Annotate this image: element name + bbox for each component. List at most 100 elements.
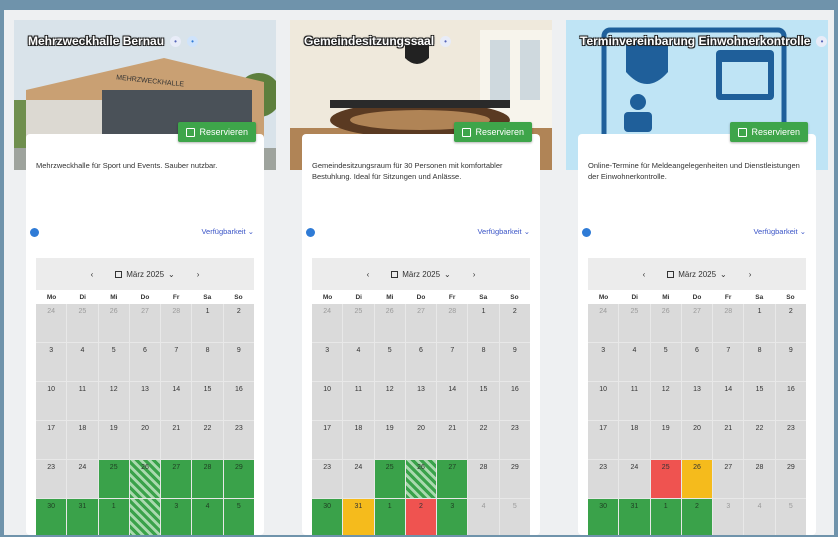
day-cell[interactable]: 27 bbox=[161, 460, 192, 498]
reserve-button[interactable]: Reservieren bbox=[178, 122, 256, 142]
day-cell[interactable]: 9 bbox=[223, 343, 254, 381]
day-cell[interactable]: 12 bbox=[374, 382, 405, 420]
day-cell[interactable]: 4 bbox=[192, 499, 223, 535]
day-cell[interactable]: 12 bbox=[98, 382, 129, 420]
day-cell[interactable]: 20 bbox=[129, 421, 161, 459]
day-cell[interactable]: 6 bbox=[129, 343, 161, 381]
day-cell[interactable]: 1 bbox=[374, 499, 405, 535]
day-cell[interactable]: 27 bbox=[129, 304, 161, 342]
day-cell[interactable]: 5 bbox=[98, 343, 129, 381]
day-cell[interactable]: 27 bbox=[437, 460, 468, 498]
day-cell[interactable]: 8 bbox=[468, 343, 499, 381]
day-cell[interactable]: 26 bbox=[681, 460, 713, 498]
day-cell[interactable]: 23 bbox=[499, 421, 530, 459]
day-cell[interactable]: 7 bbox=[437, 343, 468, 381]
day-cell[interactable]: 3 bbox=[161, 499, 192, 535]
day-cell[interactable]: 28 bbox=[713, 304, 744, 342]
day-cell[interactable]: 23 bbox=[312, 460, 343, 498]
day-cell[interactable]: 5 bbox=[775, 499, 806, 535]
reserve-button[interactable]: Reservieren bbox=[730, 122, 808, 142]
day-cell[interactable]: 24 bbox=[312, 304, 343, 342]
day-cell[interactable]: 15 bbox=[468, 382, 499, 420]
day-cell[interactable]: 17 bbox=[36, 421, 67, 459]
day-cell[interactable]: 4 bbox=[67, 343, 98, 381]
day-cell[interactable]: 10 bbox=[36, 382, 67, 420]
day-cell[interactable]: 6 bbox=[405, 343, 437, 381]
day-cell[interactable]: 25 bbox=[650, 460, 681, 498]
day-cell[interactable] bbox=[129, 499, 161, 535]
day-cell[interactable]: 24 bbox=[588, 304, 619, 342]
day-cell[interactable]: 15 bbox=[744, 382, 775, 420]
day-cell[interactable]: 31 bbox=[67, 499, 98, 535]
day-cell[interactable]: 1 bbox=[192, 304, 223, 342]
day-cell[interactable]: 30 bbox=[36, 499, 67, 535]
prev-month-button[interactable]: ‹ bbox=[367, 270, 370, 279]
day-cell[interactable]: 1 bbox=[468, 304, 499, 342]
day-cell[interactable]: 2 bbox=[499, 304, 530, 342]
day-cell[interactable]: 26 bbox=[374, 304, 405, 342]
day-cell[interactable]: 10 bbox=[588, 382, 619, 420]
info-icon[interactable]: • bbox=[816, 35, 828, 47]
availability-toggle[interactable]: Verfügbarkeit ⌄ bbox=[753, 227, 806, 236]
day-cell[interactable]: 21 bbox=[713, 421, 744, 459]
day-cell[interactable]: 13 bbox=[405, 382, 437, 420]
info-icon[interactable]: • bbox=[440, 35, 452, 47]
day-cell[interactable]: 5 bbox=[374, 343, 405, 381]
prev-month-button[interactable]: ‹ bbox=[91, 270, 94, 279]
day-cell[interactable]: 28 bbox=[192, 460, 223, 498]
day-cell[interactable]: 9 bbox=[775, 343, 806, 381]
day-cell[interactable]: 17 bbox=[312, 421, 343, 459]
month-selector[interactable]: März 2025 ⌄ bbox=[391, 270, 451, 279]
day-cell[interactable]: 29 bbox=[223, 460, 254, 498]
day-cell[interactable]: 16 bbox=[775, 382, 806, 420]
day-cell[interactable]: 5 bbox=[650, 343, 681, 381]
day-cell[interactable]: 29 bbox=[775, 460, 806, 498]
day-cell[interactable]: 15 bbox=[192, 382, 223, 420]
day-cell[interactable]: 5 bbox=[223, 499, 254, 535]
availability-toggle[interactable]: Verfügbarkeit ⌄ bbox=[201, 227, 254, 236]
day-cell[interactable]: 4 bbox=[343, 343, 374, 381]
day-cell[interactable]: 16 bbox=[499, 382, 530, 420]
day-cell[interactable]: 26 bbox=[98, 304, 129, 342]
share-icon[interactable]: • bbox=[187, 35, 199, 47]
day-cell[interactable]: 2 bbox=[223, 304, 254, 342]
day-cell[interactable]: 13 bbox=[681, 382, 713, 420]
day-cell[interactable]: 28 bbox=[161, 304, 192, 342]
day-cell[interactable]: 25 bbox=[619, 304, 650, 342]
day-cell[interactable]: 27 bbox=[713, 460, 744, 498]
day-cell[interactable]: 23 bbox=[223, 421, 254, 459]
day-cell[interactable]: 24 bbox=[343, 460, 374, 498]
day-cell[interactable]: 24 bbox=[67, 460, 98, 498]
day-cell[interactable]: 22 bbox=[744, 421, 775, 459]
day-cell[interactable]: 24 bbox=[619, 460, 650, 498]
day-cell[interactable]: 2 bbox=[405, 499, 437, 535]
day-cell[interactable]: 14 bbox=[161, 382, 192, 420]
day-cell[interactable]: 2 bbox=[681, 499, 713, 535]
day-cell[interactable]: 26 bbox=[405, 460, 437, 498]
month-selector[interactable]: März 2025 ⌄ bbox=[115, 270, 175, 279]
day-cell[interactable]: 20 bbox=[681, 421, 713, 459]
day-cell[interactable]: 31 bbox=[619, 499, 650, 535]
day-cell[interactable]: 28 bbox=[437, 304, 468, 342]
day-cell[interactable]: 25 bbox=[374, 460, 405, 498]
day-cell[interactable]: 24 bbox=[36, 304, 67, 342]
day-cell[interactable]: 23 bbox=[775, 421, 806, 459]
day-cell[interactable]: 10 bbox=[312, 382, 343, 420]
day-cell[interactable]: 3 bbox=[588, 343, 619, 381]
day-cell[interactable]: 3 bbox=[713, 499, 744, 535]
day-cell[interactable]: 19 bbox=[650, 421, 681, 459]
day-cell[interactable]: 26 bbox=[650, 304, 681, 342]
day-cell[interactable]: 28 bbox=[468, 460, 499, 498]
day-cell[interactable]: 18 bbox=[619, 421, 650, 459]
day-cell[interactable]: 18 bbox=[67, 421, 98, 459]
day-cell[interactable]: 11 bbox=[67, 382, 98, 420]
next-month-button[interactable]: › bbox=[749, 270, 752, 279]
day-cell[interactable]: 3 bbox=[36, 343, 67, 381]
reserve-button[interactable]: Reservieren bbox=[454, 122, 532, 142]
day-cell[interactable]: 14 bbox=[713, 382, 744, 420]
day-cell[interactable]: 30 bbox=[312, 499, 343, 535]
day-cell[interactable]: 18 bbox=[343, 421, 374, 459]
day-cell[interactable]: 27 bbox=[405, 304, 437, 342]
day-cell[interactable]: 16 bbox=[223, 382, 254, 420]
day-cell[interactable]: 31 bbox=[343, 499, 374, 535]
